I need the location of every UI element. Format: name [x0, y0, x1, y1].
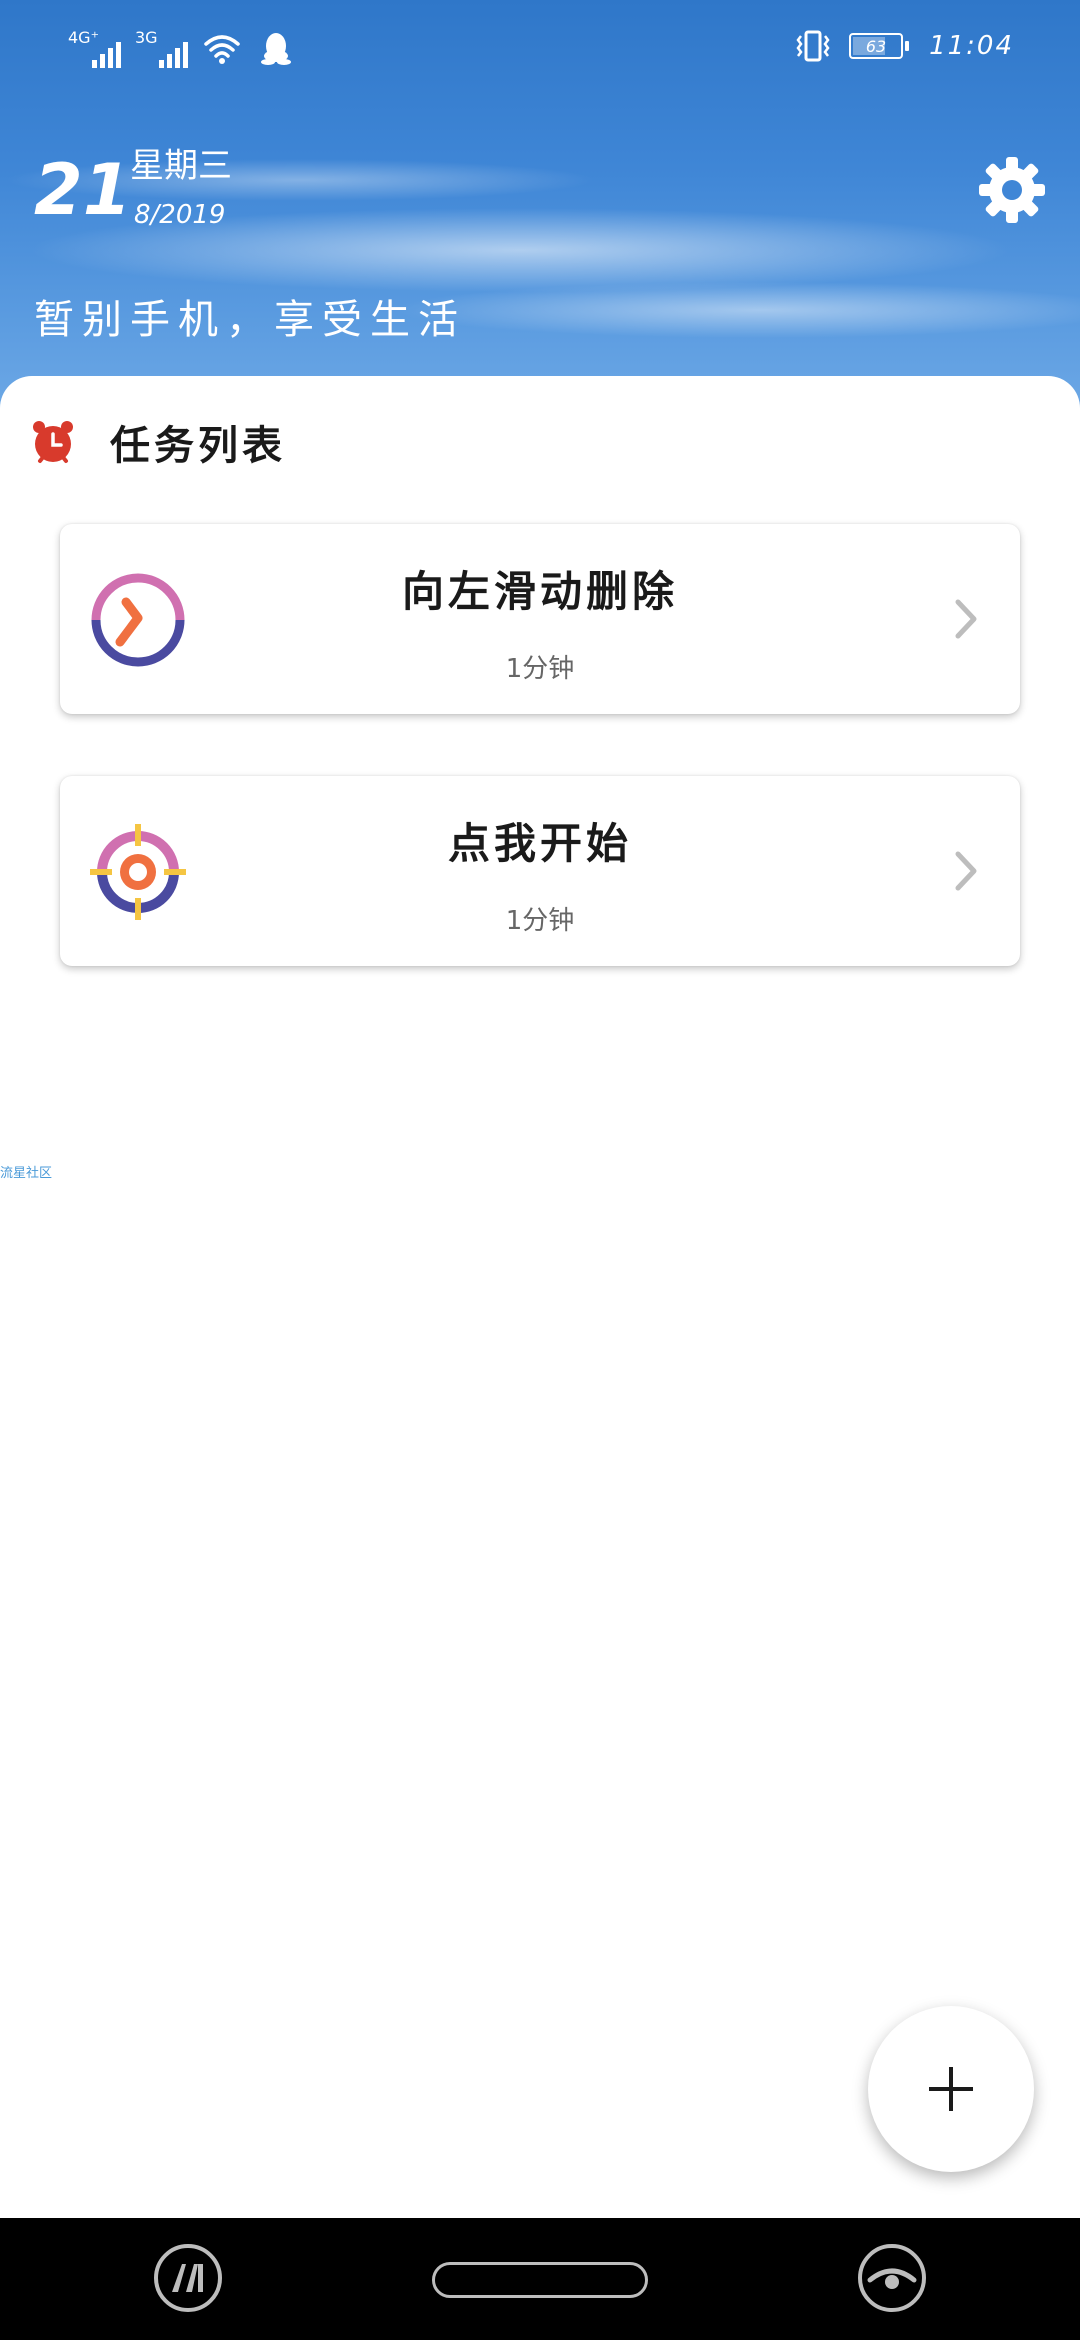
task-title: 点我开始 [447, 819, 632, 868]
network-label-2: 3G [135, 28, 158, 47]
vibrate-icon [796, 30, 830, 62]
task-list-title: 任务列表 [110, 423, 286, 469]
task-card[interactable]: 点我开始 1分钟 [60, 776, 1020, 966]
alarm-clock-icon [33, 421, 73, 463]
status-left-group: 4G⁺ 3G [68, 24, 296, 68]
wifi-icon [204, 35, 240, 64]
date-month-year: 8/2019 [134, 200, 226, 230]
network-signal-1: 4G⁺ [68, 28, 121, 68]
app-screen: 4G⁺ 3G 63 11:04 21 星期三 8/2019 暂别手机，享受生活 … [0, 0, 1080, 2340]
task-title: 向左滑动删除 [401, 567, 678, 616]
app-logo-nav-icon[interactable] [152, 2242, 224, 2314]
system-nav-bar [0, 2218, 1080, 2340]
qq-penguin-icon [261, 33, 291, 65]
task-duration: 1分钟 [505, 906, 575, 936]
gear-icon [979, 157, 1045, 223]
eye-assistant-icon[interactable] [856, 2242, 928, 2314]
battery-percent: 63 [865, 36, 887, 56]
watermark-text: 流星社区 [0, 1166, 53, 1181]
chevron-right-icon [955, 599, 977, 639]
plus-icon [929, 2067, 973, 2111]
date-weekday: 星期三 [130, 146, 232, 186]
slogan-text: 暂别手机，享受生活 [34, 297, 466, 343]
status-bar: 4G⁺ 3G 63 11:04 [0, 0, 1080, 90]
signal-bars-icon [159, 42, 188, 68]
home-pill-button[interactable] [432, 2262, 648, 2298]
status-right-group: 63 11:04 [793, 24, 1014, 68]
chevron-right-icon [955, 851, 977, 891]
settings-button[interactable] [974, 152, 1050, 228]
network-signal-2: 3G [135, 28, 188, 68]
status-time: 11:04 [929, 31, 1014, 61]
task-duration: 1分钟 [505, 654, 575, 684]
task-sheet: 任务列表 向左滑动删除 1分钟 点我开始 1分钟 [0, 376, 1080, 2218]
task-list-header: 任务列表 [30, 412, 286, 472]
add-task-button[interactable] [868, 2006, 1034, 2172]
task-card[interactable]: 向左滑动删除 1分钟 [60, 524, 1020, 714]
date-day: 21 [34, 149, 132, 231]
battery-icon: 63 [849, 33, 910, 59]
network-label-1: 4G⁺ [68, 28, 100, 47]
